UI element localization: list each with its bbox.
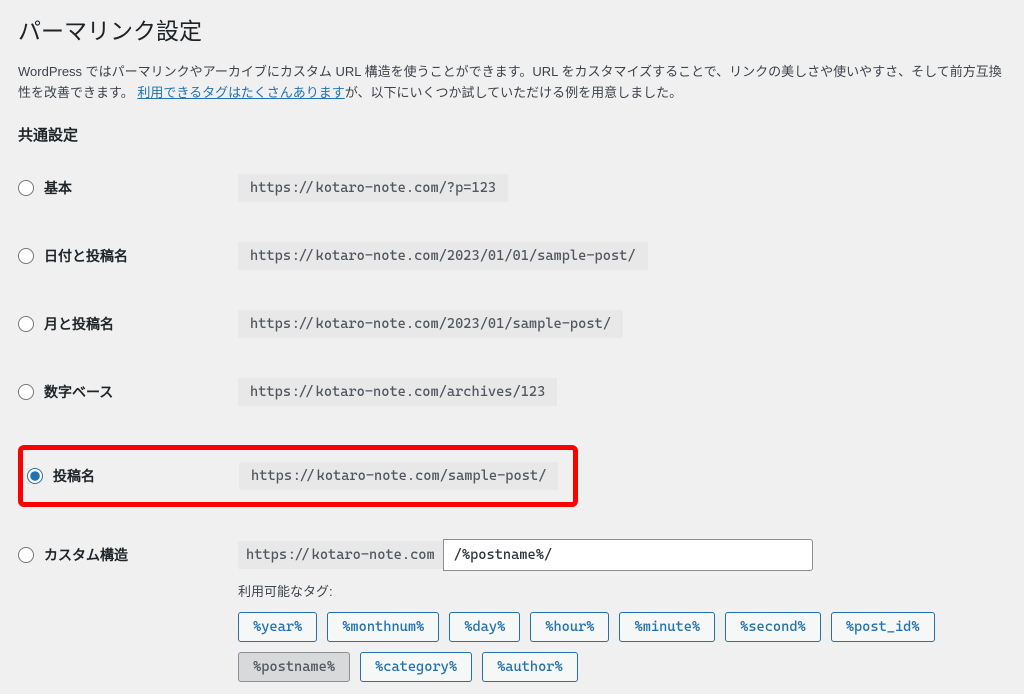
option-label-numeric[interactable]: 数字ベース [18,382,238,402]
label-text-month-name: 月と投稿名 [44,314,114,334]
option-label-day-name[interactable]: 日付と投稿名 [18,246,238,266]
custom-url-line: https://kotaro-note.com [238,539,1006,571]
option-row-custom: カスタム構造 https://kotaro-note.com 利用可能なタグ: … [18,539,1006,682]
tag-button-category[interactable]: %category% [360,652,472,682]
available-tags-label: 利用可能なタグ: [238,581,1006,600]
tags-container: %year% %monthnum% %day% %hour% %minute% … [238,612,1006,682]
radio-default[interactable] [18,180,34,196]
tag-button-day[interactable]: %day% [449,612,520,642]
tag-button-year[interactable]: %year% [238,612,317,642]
radio-custom[interactable] [18,547,34,563]
url-example-default: https://kotaro-note.com/?p=123 [238,174,508,202]
url-example-month-name: https://kotaro-note.com/2023/01/sample-p… [238,310,623,338]
tag-button-hour[interactable]: %hour% [530,612,609,642]
label-text-custom: カスタム構造 [44,545,128,565]
option-label-default[interactable]: 基本 [18,178,238,198]
option-row-numeric: 数字ベース https://kotaro-note.com/archives/1… [18,377,1006,407]
radio-post-name[interactable] [27,468,43,484]
label-text-day-name: 日付と投稿名 [44,246,128,266]
label-text-post-name: 投稿名 [53,466,95,486]
tag-button-author[interactable]: %author% [482,652,578,682]
tag-button-second[interactable]: %second% [725,612,821,642]
custom-structure-input[interactable] [443,539,813,571]
option-label-custom[interactable]: カスタム構造 [18,539,238,565]
option-row-post-name-highlighted: 投稿名 https://kotaro-note.com/sample-post/ [18,445,578,507]
url-example-numeric: https://kotaro-note.com/archives/123 [238,378,557,406]
custom-content: https://kotaro-note.com 利用可能なタグ: %year% … [238,539,1006,682]
option-row-month-name: 月と投稿名 https://kotaro-note.com/2023/01/sa… [18,309,1006,339]
radio-numeric[interactable] [18,384,34,400]
radio-month-name[interactable] [18,316,34,332]
url-example-post-name: https://kotaro-note.com/sample-post/ [239,462,558,490]
tags-help-link[interactable]: 利用できるタグはたくさんあります [137,85,344,100]
option-label-post-name[interactable]: 投稿名 [27,466,239,486]
label-text-default: 基本 [44,178,72,198]
option-row-default: 基本 https://kotaro-note.com/?p=123 [18,173,1006,203]
section-title: 共通設定 [18,124,1006,145]
custom-base-url: https://kotaro-note.com [238,541,443,569]
option-label-month-name[interactable]: 月と投稿名 [18,314,238,334]
tag-button-monthnum[interactable]: %monthnum% [327,612,439,642]
label-text-numeric: 数字ベース [44,382,113,402]
radio-day-name[interactable] [18,248,34,264]
tag-button-post-id[interactable]: %post_id% [831,612,935,642]
url-example-day-name: https://kotaro-note.com/2023/01/01/sampl… [238,242,648,270]
page-title: パーマリンク設定 [18,12,1006,46]
tag-button-postname[interactable]: %postname% [238,652,350,682]
tag-button-minute[interactable]: %minute% [619,612,715,642]
option-row-day-name: 日付と投稿名 https://kotaro-note.com/2023/01/0… [18,241,1006,271]
page-description: WordPress ではパーマリンクやアーカイブにカスタム URL 構造を使うこ… [18,62,1006,104]
description-text-post: が、以下にいくつか試していただける例を用意しました。 [345,85,682,100]
